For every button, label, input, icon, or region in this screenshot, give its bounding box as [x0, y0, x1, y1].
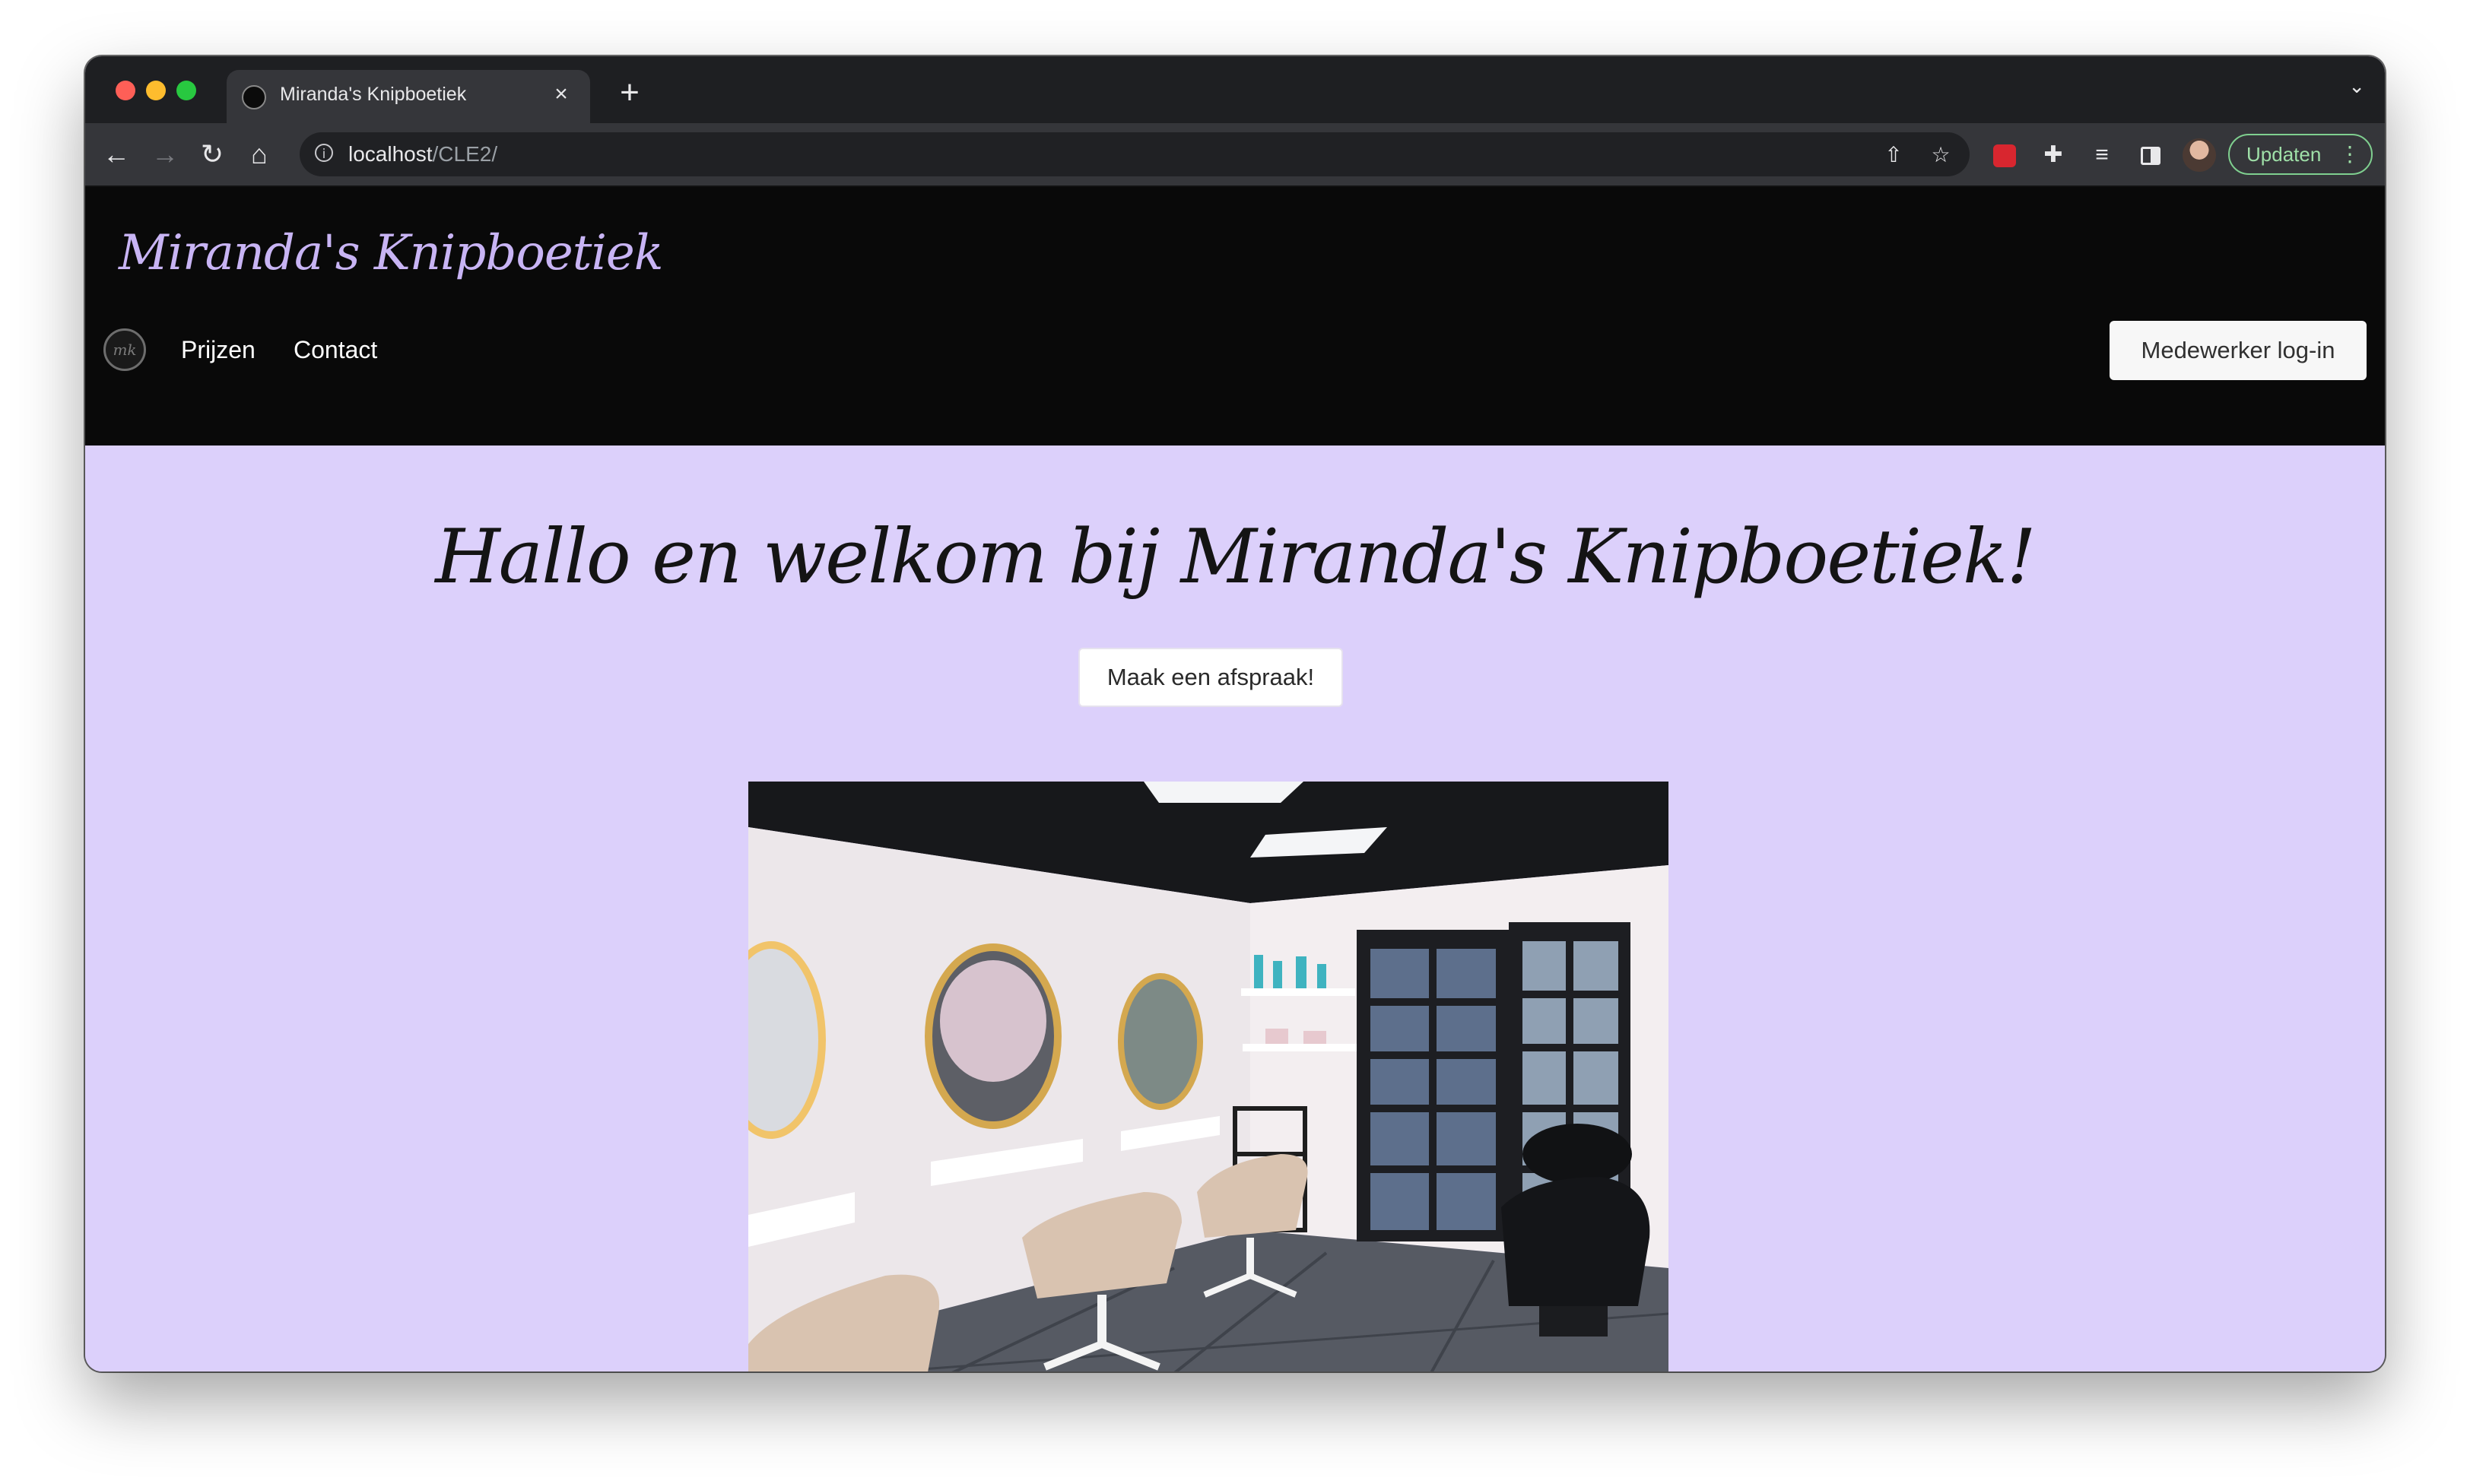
forward-arrow-icon[interactable]: →: [144, 134, 186, 175]
home-icon[interactable]: ⌂: [239, 134, 280, 175]
employee-login-button[interactable]: Medewerker log-in: [2110, 321, 2367, 380]
main-content: Hallo en welkom bij Miranda's Knipboetie…: [85, 446, 2385, 1371]
back-arrow-icon[interactable]: ←: [96, 134, 137, 175]
favicon-icon: [242, 85, 266, 109]
update-label: Updaten: [2246, 143, 2322, 166]
share-icon[interactable]: ⇧: [1878, 140, 1909, 170]
site-info-icon[interactable]: i: [315, 144, 333, 162]
extension-cube-icon[interactable]: [1988, 138, 2021, 172]
site-brand[interactable]: Miranda's Knipboetiek: [119, 225, 664, 281]
zoom-window-button[interactable]: [176, 81, 196, 100]
update-button[interactable]: Updaten ⋮: [2228, 134, 2373, 175]
tab-search-chevron-icon[interactable]: ⌄: [2348, 75, 2365, 98]
minimize-window-button[interactable]: [146, 81, 166, 100]
tab-close-icon[interactable]: ×: [546, 79, 576, 109]
browser-toolbar: ← → ↻ ⌂ i localhost/CLE2/ ⇧ ☆ ✚ ≡ Update…: [85, 123, 2385, 187]
extensions-puzzle-icon[interactable]: ✚: [2037, 138, 2070, 172]
side-panel-icon[interactable]: [2134, 138, 2167, 172]
tab-strip: Miranda's Knipboetiek × + ⌄: [85, 56, 2385, 123]
hero-title: Hallo en welkom bij Miranda's Knipboetie…: [435, 514, 2037, 601]
nav-link-prijzen[interactable]: Prijzen: [181, 336, 256, 364]
url-host: localhost: [348, 142, 433, 166]
url-path: /CLE2/: [432, 142, 498, 166]
site-header: Miranda's Knipboetiek mk Prijzen Contact…: [85, 187, 2385, 446]
reload-icon[interactable]: ↻: [192, 134, 233, 175]
new-tab-button[interactable]: +: [608, 71, 651, 114]
salon-interior-photo: [748, 782, 1668, 1371]
nav-link-contact[interactable]: Contact: [294, 336, 377, 364]
address-bar[interactable]: i localhost/CLE2/ ⇧ ☆: [300, 132, 1970, 176]
kebab-menu-icon[interactable]: ⋮: [2339, 135, 2360, 173]
site-logo-icon[interactable]: mk: [103, 328, 146, 371]
close-window-button[interactable]: [116, 81, 135, 100]
make-appointment-button[interactable]: Maak een afspraak!: [1078, 648, 1343, 707]
profile-avatar[interactable]: [2183, 138, 2216, 172]
url-text: localhost/CLE2/: [348, 142, 497, 166]
browser-tab[interactable]: Miranda's Knipboetiek ×: [227, 70, 590, 123]
media-control-icon[interactable]: ≡: [2085, 138, 2119, 172]
browser-window: Miranda's Knipboetiek × + ⌄ ← → ↻ ⌂ i lo…: [85, 56, 2385, 1371]
bookmark-star-icon[interactable]: ☆: [1926, 140, 1956, 170]
tab-title: Miranda's Knipboetiek: [280, 84, 467, 105]
